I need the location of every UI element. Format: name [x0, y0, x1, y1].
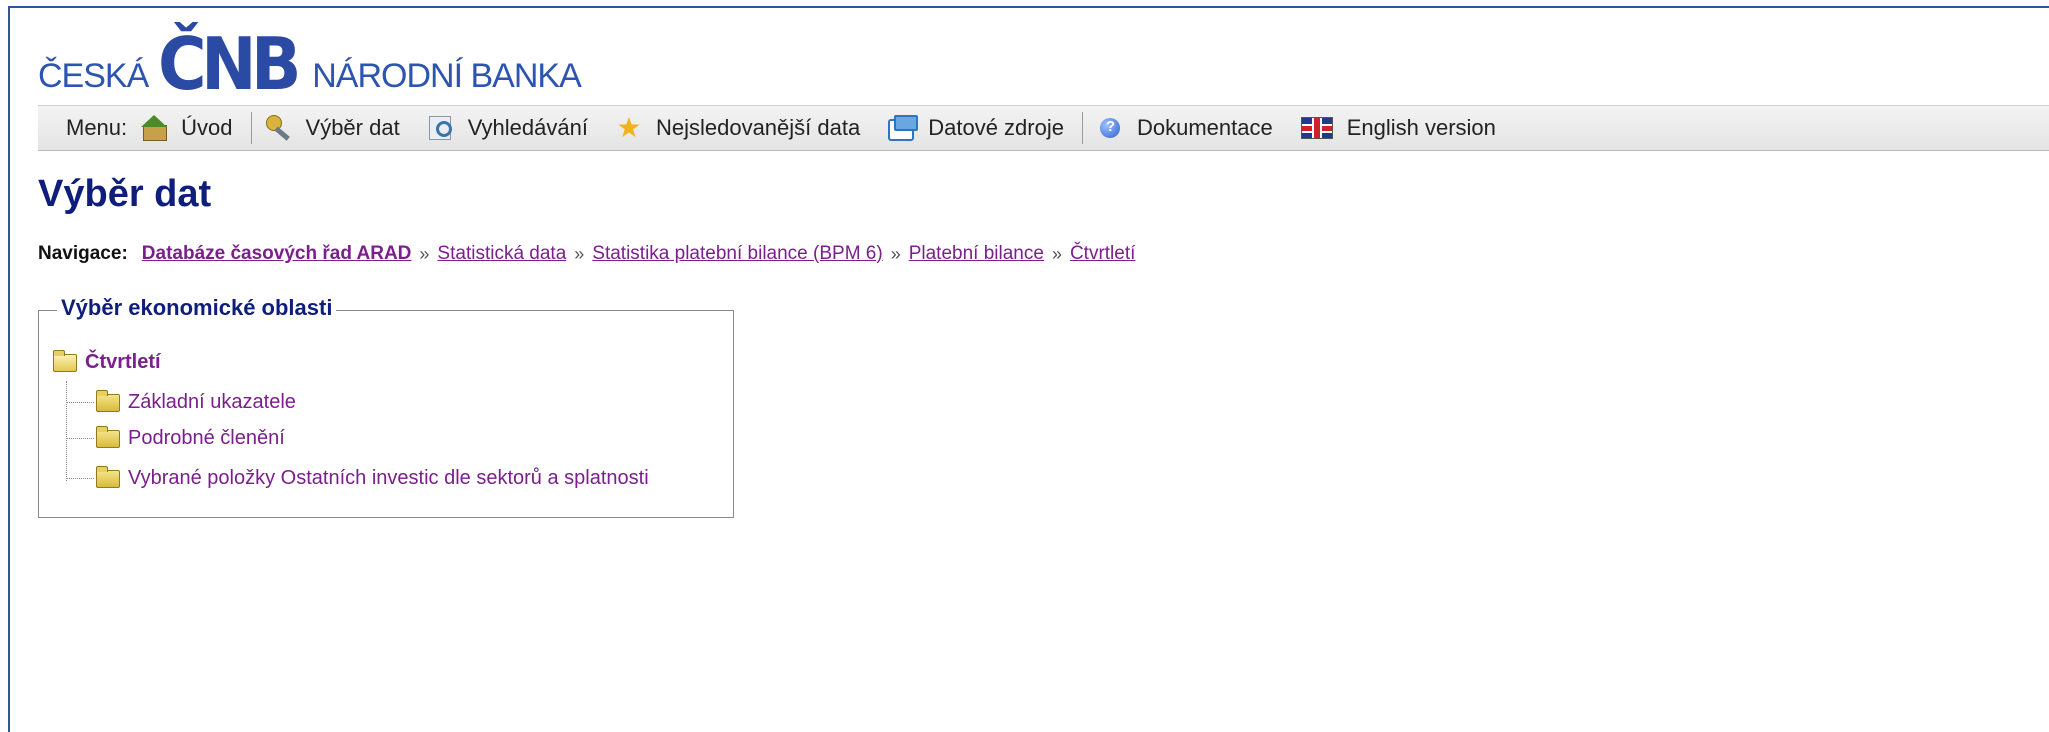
- menu-item-label: English version: [1346, 115, 1496, 140]
- uk-flag-icon: [1300, 117, 1333, 139]
- menu-item-label: Výběr dat: [305, 115, 400, 140]
- breadcrumb-link-platebni-bilance[interactable]: Platební bilance: [909, 243, 1044, 265]
- breadcrumb-separator: »: [574, 243, 585, 264]
- tree-item-ostatni-investice[interactable]: Vybrané položky Ostatních investic dle s…: [66, 465, 649, 490]
- tree-branch: [66, 478, 94, 479]
- breadcrumb-link-statisticka-data[interactable]: Statistická data: [437, 243, 566, 265]
- menu-item-nejsledovanejsi-data[interactable]: ★ Nejsledovanější data: [616, 112, 861, 143]
- help-icon: [1097, 115, 1123, 141]
- data-source-icon: [888, 115, 919, 141]
- folder-open-icon: [53, 349, 77, 372]
- menu-separator: [250, 112, 252, 144]
- home-icon: [141, 115, 168, 141]
- menu-separator: [1081, 112, 1083, 144]
- breadcrumb-link-bpm6[interactable]: Statistika platební bilance (BPM 6): [592, 243, 882, 265]
- folder-icon: [96, 465, 120, 488]
- logo-right-text: NÁRODNÍ BANKA: [312, 57, 581, 95]
- economic-area-fieldset: Výběr ekonomické oblasti Čtvrtletí Zákla…: [38, 295, 734, 518]
- menu-label: Menu:: [66, 115, 128, 140]
- breadcrumb-separator: »: [890, 243, 901, 264]
- tree-item-podrobne-cleneni[interactable]: Podrobné členění: [66, 425, 285, 450]
- key-icon: [265, 115, 292, 141]
- menu-item-datove-zdroje[interactable]: Datové zdroje: [888, 115, 1064, 141]
- logo-mark: ČNB: [158, 22, 302, 106]
- tree-item-zakladni-ukazatele[interactable]: Základní ukazatele: [66, 389, 296, 414]
- folder-icon: [96, 389, 120, 412]
- tree-item-label: Podrobné členění: [128, 427, 285, 449]
- folder-icon: [96, 425, 120, 448]
- breadcrumb-separator: »: [419, 243, 430, 264]
- menu-item-uvod[interactable]: Úvod: [141, 115, 233, 141]
- menu-item-label: Dokumentace: [1136, 115, 1273, 140]
- menu-item-label: Úvod: [181, 115, 233, 140]
- tree-branch: [66, 438, 94, 439]
- tree-item-label: Vybrané položky Ostatních investic dle s…: [128, 467, 649, 489]
- menu-item-label: Vyhledávání: [467, 115, 588, 140]
- menu-item-vyber-dat[interactable]: Výběr dat: [265, 115, 400, 141]
- breadcrumb-label: Navigace:: [38, 243, 128, 264]
- breadcrumb-link-ctvrtleti[interactable]: Čtvrtletí: [1070, 243, 1135, 265]
- menu-item-english-version[interactable]: English version: [1300, 115, 1496, 141]
- page-title: Výběr dat: [38, 173, 212, 215]
- main-menu: Menu: Úvod Výběr dat Vyhledávání ★ Nejsl…: [38, 105, 2049, 151]
- breadcrumb-link-arad[interactable]: Databáze časových řad ARAD: [142, 243, 412, 265]
- tree-branch: [66, 402, 94, 403]
- cnb-logo[interactable]: ČESKÁ ČNB NÁRODNÍ BANKA: [38, 20, 582, 106]
- menu-item-label: Nejsledovanější data: [655, 115, 861, 140]
- breadcrumb-separator: »: [1051, 243, 1062, 264]
- tree-root-ctvrtleti[interactable]: Čtvrtletí: [53, 349, 161, 374]
- menu-item-label: Datové zdroje: [928, 115, 1064, 140]
- menu-item-dokumentace[interactable]: Dokumentace: [1097, 115, 1273, 141]
- star-icon: ★: [616, 112, 642, 143]
- logo-left-text: ČESKÁ: [38, 57, 149, 95]
- search-icon: [428, 115, 454, 141]
- breadcrumb: Navigace: Databáze časových řad ARAD » S…: [38, 243, 1135, 265]
- tree-root-label: Čtvrtletí: [85, 351, 161, 373]
- fieldset-legend: Výběr ekonomické oblasti: [57, 295, 337, 321]
- menu-item-vyhledavani[interactable]: Vyhledávání: [428, 115, 588, 141]
- tree-item-label: Základní ukazatele: [128, 391, 296, 413]
